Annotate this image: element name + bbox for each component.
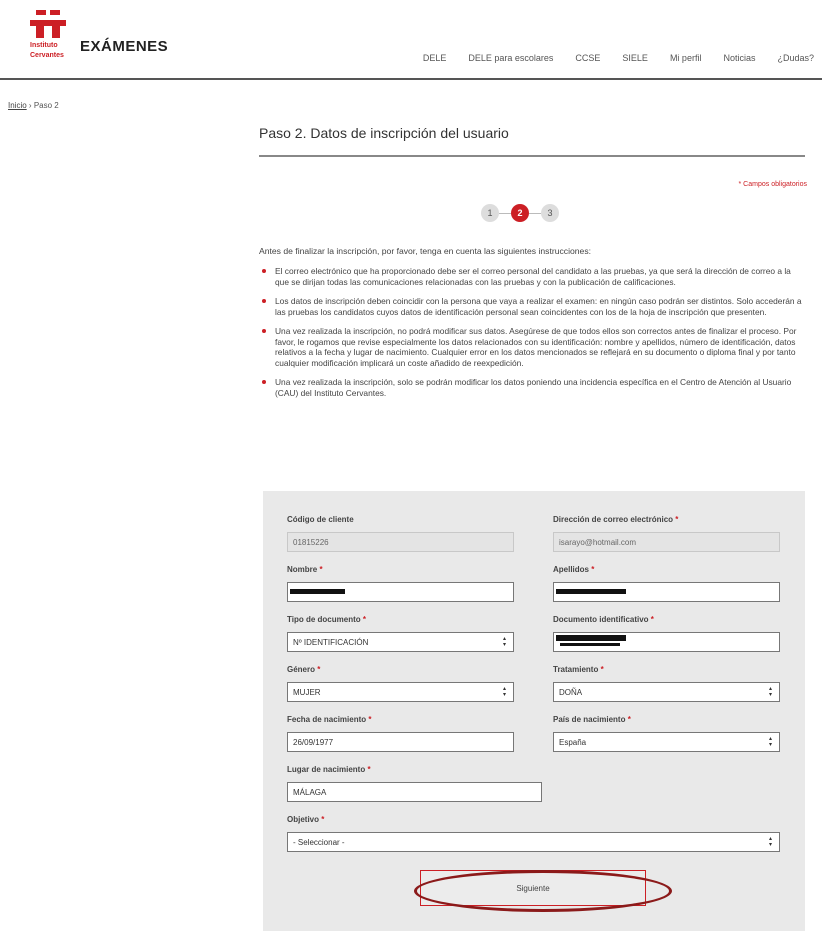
birth-place-input[interactable]: MÁLAGA (287, 782, 542, 802)
main-nav: DELE DELE para escolares CCSE SIELE Mi p… (423, 53, 814, 63)
site-header: Instituto Cervantes EXÁMENES DELE DELE p… (0, 0, 822, 80)
redaction-mark (556, 589, 626, 594)
title-label: Tratamiento * (553, 665, 604, 674)
gender-label: Género * (287, 665, 321, 674)
breadcrumb-current: Paso 2 (33, 101, 59, 110)
surname-label: Apellidos * (553, 565, 595, 574)
redaction-mark (290, 589, 345, 594)
instruction-item: Una vez realizada la inscripción, no pod… (259, 326, 807, 368)
nav-item-dele[interactable]: DELE (423, 53, 447, 63)
email-label: Dirección de correo electrónico * (553, 515, 679, 524)
birth-date-label: Fecha de nacimiento * (287, 715, 372, 724)
doc-type-label: Tipo de documento * (287, 615, 366, 624)
instructions-intro: Antes de finalizar la inscripción, por f… (259, 246, 592, 256)
logo-text-line1: Instituto (30, 42, 58, 49)
gender-select[interactable]: MUJER (287, 682, 514, 702)
nav-item-ccse[interactable]: CCSE (575, 53, 600, 63)
next-button[interactable]: Siguiente (420, 870, 646, 906)
step-3: 3 (541, 204, 559, 222)
title-select[interactable]: DOÑA (553, 682, 780, 702)
client-code-label: Código de cliente (287, 515, 354, 524)
nav-item-noticias[interactable]: Noticias (723, 53, 755, 63)
nav-item-dele-escolares[interactable]: DELE para escolares (468, 53, 553, 63)
breadcrumb: Inicio › Paso 2 (8, 101, 59, 110)
email-field: isarayo@hotmail.com (553, 532, 780, 552)
objective-label: Objetivo * (287, 815, 325, 824)
birth-place-label: Lugar de nacimiento * (287, 765, 371, 774)
step-indicator: 1 2 3 (481, 204, 559, 222)
doc-type-select[interactable]: Nº IDENTIFICACIÓN (287, 632, 514, 652)
brand-title: EXÁMENES (80, 38, 169, 55)
step-1: 1 (481, 204, 499, 222)
redaction-mark (560, 643, 620, 646)
nav-item-mi-perfil[interactable]: Mi perfil (670, 53, 702, 63)
instruction-item: Una vez realizada la inscripción, solo s… (259, 377, 807, 398)
instruction-item: El correo electrónico que ha proporciona… (259, 266, 807, 287)
step-2-active: 2 (511, 204, 529, 222)
breadcrumb-home-link[interactable]: Inicio (8, 101, 27, 110)
client-code-field: 01815226 (287, 532, 514, 552)
main-content: Paso 2. Datos de inscripción del usuario… (259, 125, 807, 398)
name-label: Nombre * (287, 565, 323, 574)
cervantes-logo-icon (30, 10, 66, 40)
instructions-list: El correo electrónico que ha proporciona… (259, 266, 807, 407)
birth-country-label: País de nacimiento * (553, 715, 631, 724)
redaction-mark (556, 635, 626, 641)
objective-select[interactable]: - Seleccionar - (287, 832, 780, 852)
doc-id-label: Documento identificativo * (553, 615, 654, 624)
step-connector (529, 212, 541, 214)
instruction-item: Los datos de inscripción deben coincidir… (259, 296, 807, 317)
breadcrumb-separator: › (28, 101, 32, 110)
birth-country-select[interactable]: España (553, 732, 780, 752)
registration-form-panel (263, 491, 805, 931)
required-fields-note: * Campos obligatorios (738, 181, 807, 188)
logo-text-line2: Cervantes (30, 52, 64, 59)
birth-date-input[interactable]: 26/09/1977 (287, 732, 514, 752)
page-title: Paso 2. Datos de inscripción del usuario (259, 125, 805, 157)
nav-item-siele[interactable]: SIELE (622, 53, 648, 63)
step-connector (499, 212, 511, 214)
instituto-cervantes-logo[interactable]: Instituto Cervantes (30, 10, 70, 60)
nav-item-dudas[interactable]: ¿Dudas? (777, 53, 814, 63)
